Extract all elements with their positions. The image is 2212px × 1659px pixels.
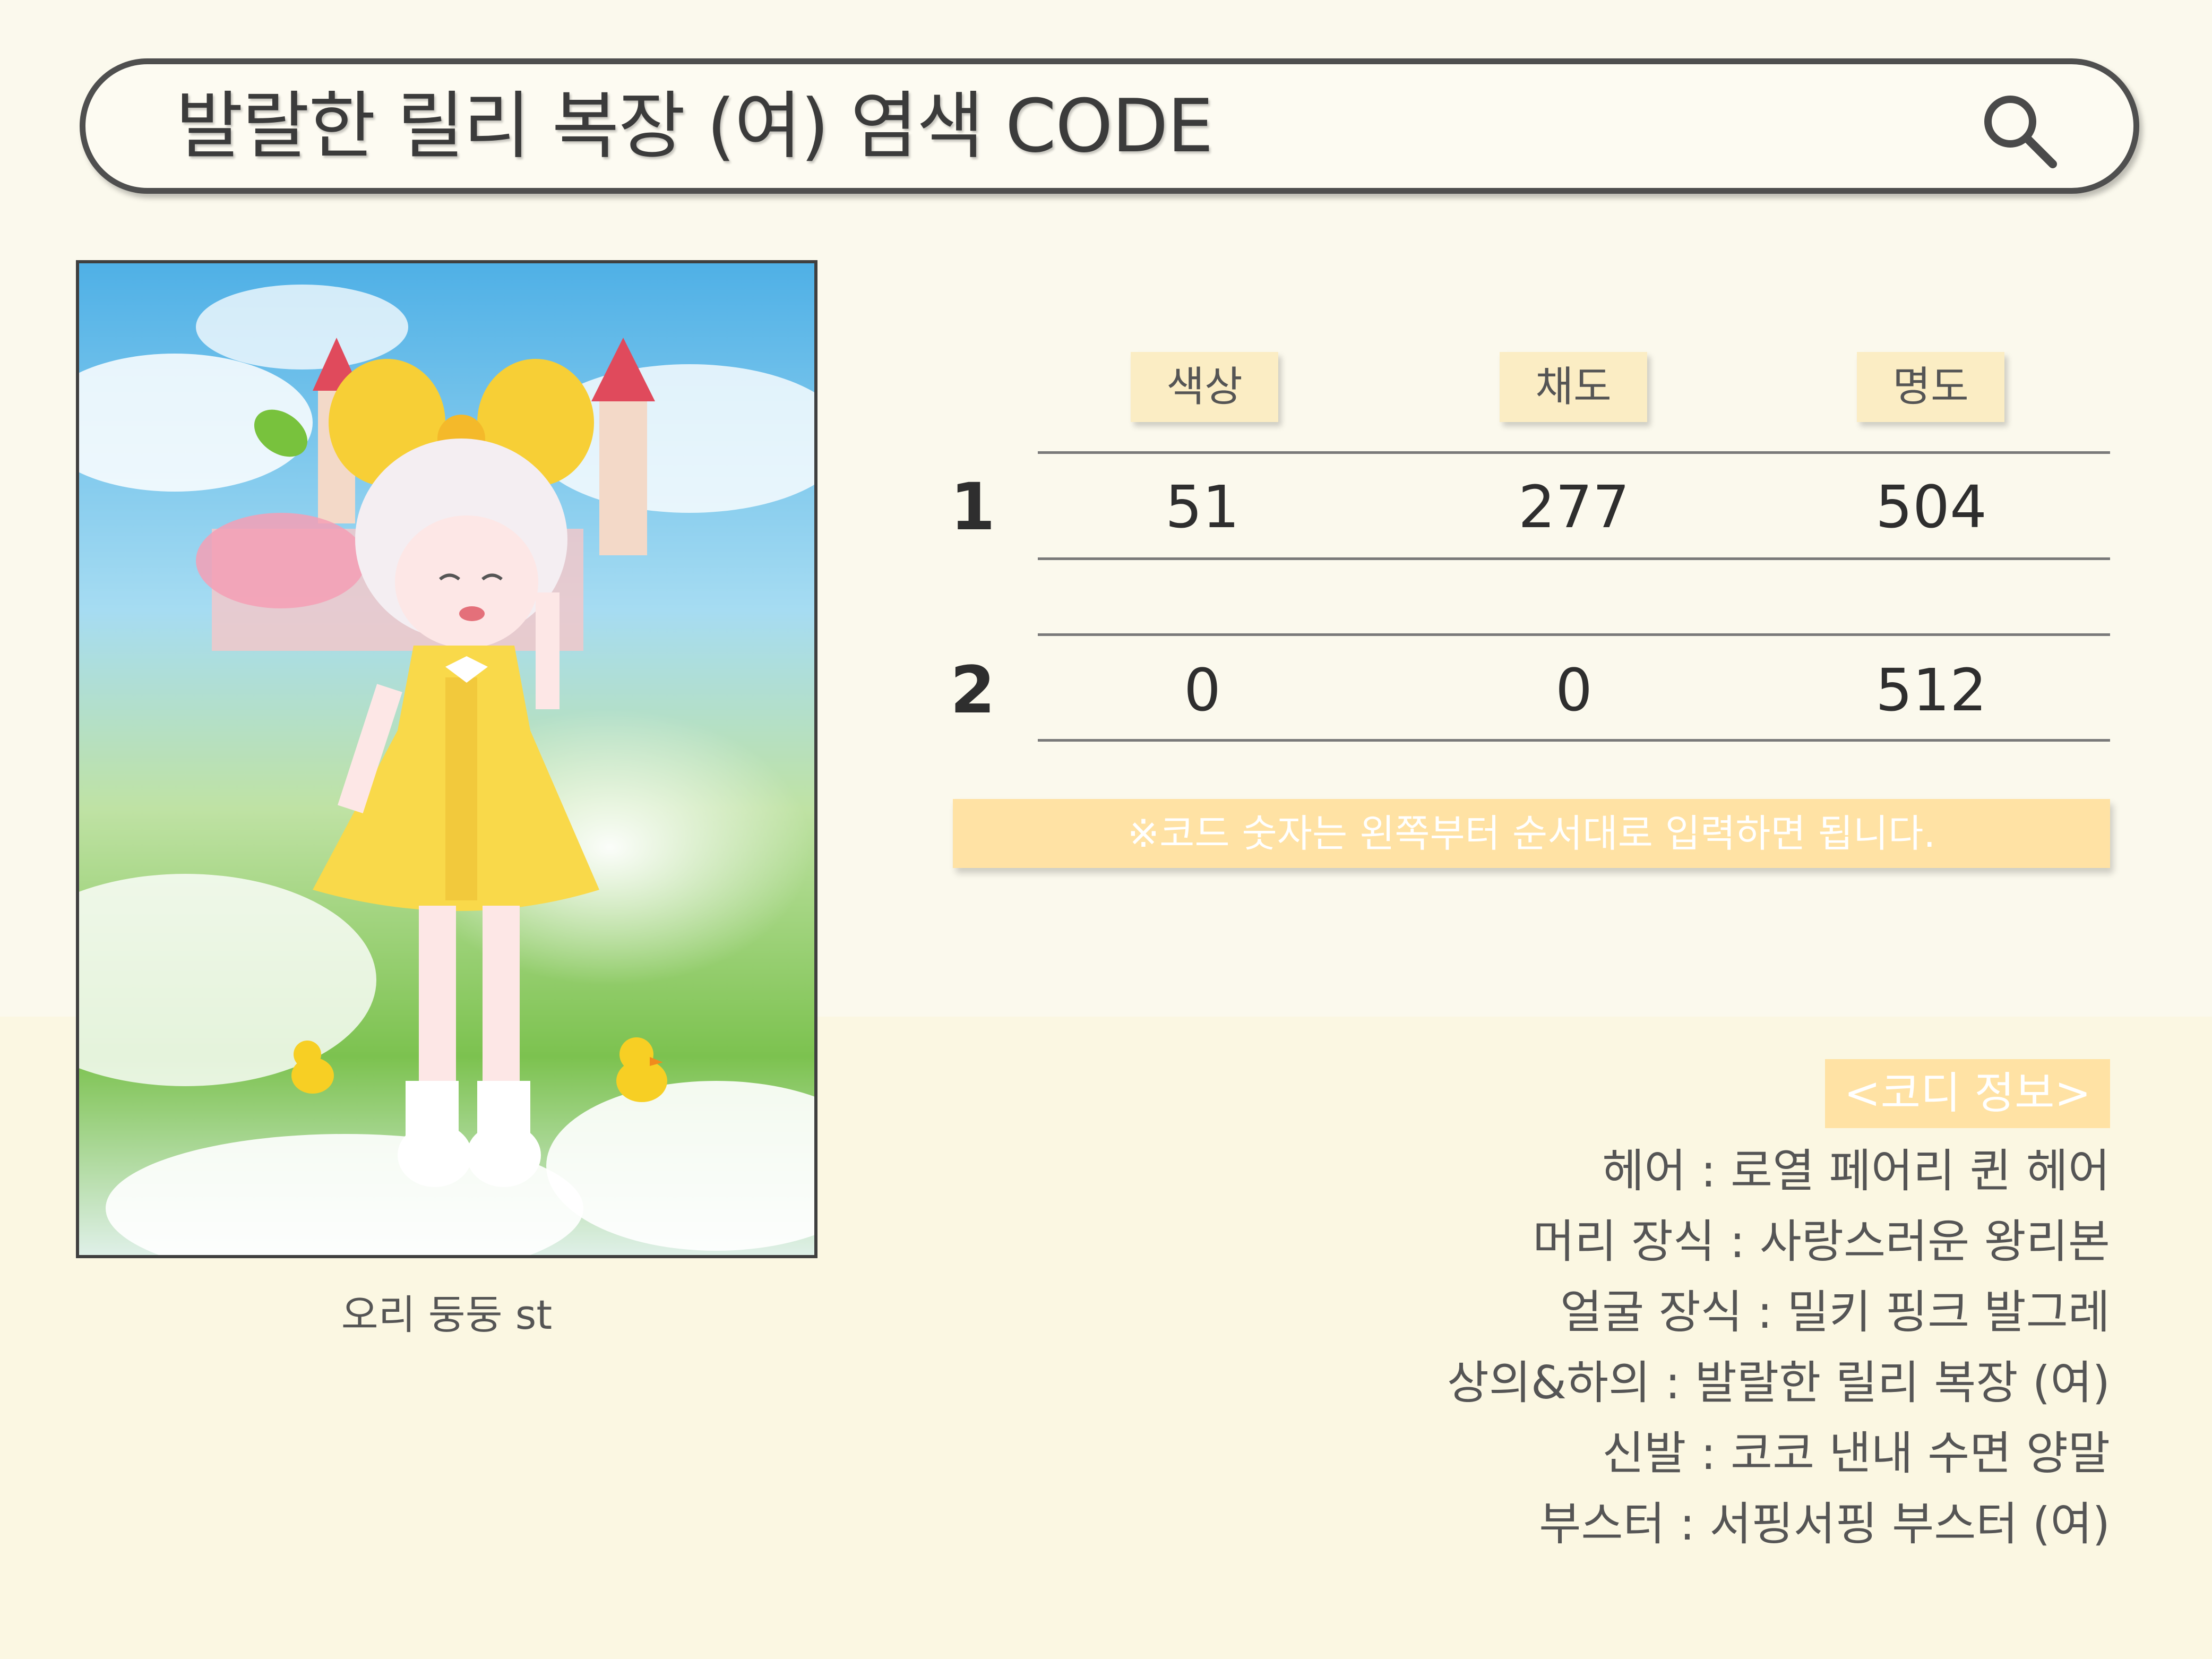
info-hair: 헤어 : 로열 페어리 퀸 헤어: [1602, 1145, 2110, 1198]
row2-saturation-value: 0: [1555, 656, 1593, 724]
preview-caption: 오리 둥둥 st: [341, 1291, 553, 1338]
info-outfit: 상의&하의 : 발랄한 릴리 복장 (여): [1447, 1356, 2110, 1409]
row1-brightness-value: 504: [1875, 473, 1987, 541]
info-face-accessory: 얼굴 장식 : 밀키 핑크 발그레: [1560, 1286, 2110, 1339]
row-label-1: 1: [950, 469, 995, 545]
row2-hue-value: 0: [1184, 656, 1221, 724]
table-divider: [1038, 451, 2110, 454]
header-brightness: 명도: [1857, 352, 2004, 422]
table-divider: [1038, 557, 2110, 560]
row-label-2: 2: [950, 652, 995, 728]
row1-hue-value: 51: [1165, 473, 1240, 541]
character-preview-image: [76, 260, 817, 1258]
coordi-info-list: 헤어 : 로열 페어리 퀸 헤어 머리 장식 : 사랑스러운 왕리본 얼굴 장식…: [1447, 1136, 2110, 1560]
table-divider: [1038, 739, 2110, 742]
header-hue: 색상: [1131, 352, 1278, 422]
info-booster: 부스터 : 서핑서핑 부스터 (여): [1539, 1498, 2110, 1551]
table-divider: [1038, 633, 2110, 636]
coordi-info-tag: <코디 정보>: [1825, 1059, 2110, 1128]
header-saturation: 채도: [1500, 352, 1647, 422]
search-icon[interactable]: [1979, 91, 2059, 170]
info-hair-accessory: 머리 장식 : 사랑스러운 왕리본: [1533, 1215, 2110, 1268]
row2-brightness-value: 512: [1875, 656, 1987, 724]
info-shoes: 신발 : 코코 낸내 수면 양말: [1602, 1427, 2110, 1480]
search-bar[interactable]: 발랄한 릴리 복장 (여) 염색 CODE: [80, 58, 2139, 194]
row1-saturation-value: 277: [1518, 473, 1630, 541]
search-title: 발랄한 릴리 복장 (여) 염색 CODE: [176, 83, 1213, 169]
input-order-notice: ※코드 숫자는 왼쪽부터 순서대로 입력하면 됩니다.: [953, 799, 2110, 868]
